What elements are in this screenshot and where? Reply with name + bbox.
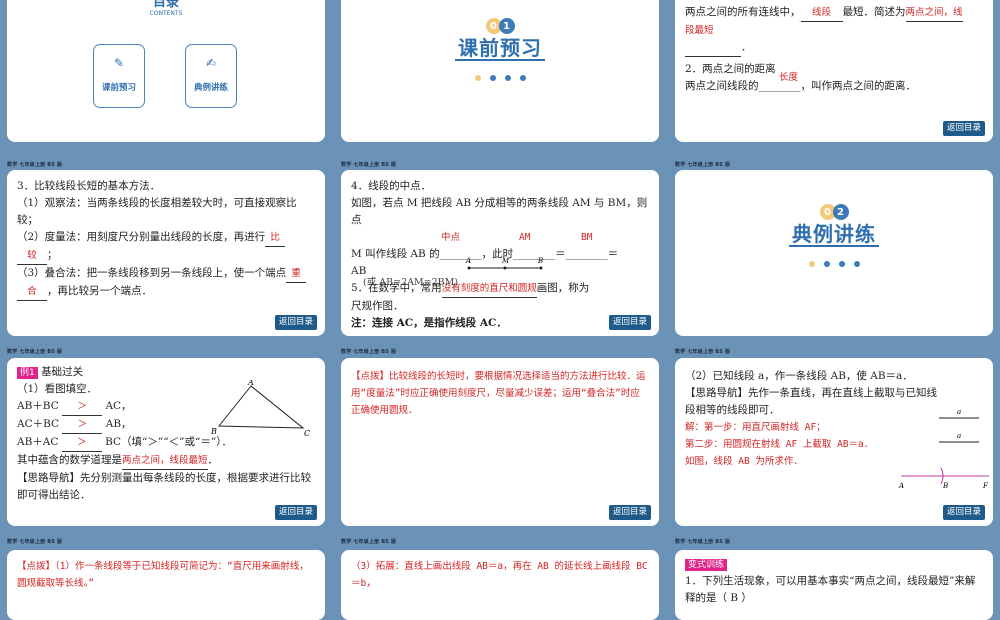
- text-line: 4．线段的中点．: [351, 180, 432, 192]
- back-to-toc-button[interactable]: 返回目录: [608, 505, 651, 520]
- text-line: 两点之间线段的________，叫作两点之间的距离．: [685, 80, 916, 92]
- section-digit-2: 1: [498, 18, 515, 34]
- text-line: 3．比较线段长短的基本方法．: [17, 180, 161, 192]
- tip-text: 【点拨】（1）作一条线段等于已知线段可简记为：“直尺用来画射线，圆规截取等长线。…: [17, 561, 309, 589]
- section-title: 典例讲练: [792, 222, 876, 246]
- answer-text: 比: [265, 229, 286, 247]
- answer-text: 两点之间，线: [905, 4, 963, 22]
- triangle-figure: A B C: [211, 380, 310, 438]
- slide-compare-methods: 3．比较线段长短的基本方法． （1）观察法：当两条线段的长度相差较大时，可直接观…: [7, 170, 325, 336]
- toc-title: 目录: [152, 0, 179, 10]
- vertex-label-b: B: [211, 427, 217, 436]
- text-line: 画图，称为: [536, 282, 590, 294]
- text-line: ，再比较另一个端点．: [47, 285, 152, 297]
- text-line: 2．两点之间的距离: [685, 63, 776, 75]
- back-to-toc-button[interactable]: 返回目录: [274, 315, 317, 330]
- slide-distance: 两点之间的所有连线中， 线段 最短．简述为两点之间，线 段最短 ． 2．两点之间的距…: [675, 0, 993, 142]
- construction-figure: a a A B F: [898, 408, 989, 490]
- vertex-label-c: C: [304, 429, 310, 438]
- answer-segment: 线段: [800, 4, 843, 22]
- point-label-b: B: [537, 257, 543, 265]
- text-line: 【思路导航】先分别测量出每条线段的长度，根据要求进行比较即可得出结论．: [17, 472, 311, 501]
- section-number: 0 2: [685, 204, 983, 220]
- text-line: 如图，若点 M 把线段 AB 分成相等的两条线段 AM 与 BM，则点: [351, 197, 648, 226]
- toc-slide: 目录 CONTENTS ✎ 课前预习 ✍ 典例讲练: [7, 0, 325, 142]
- toc-preview-label: 课前预习: [101, 83, 136, 93]
- slide-construction: （2）已知线段 a，作一条线段 AB，使 AB＝a． 【思路导航】先作一条直线，…: [675, 358, 993, 526]
- text-line: （1）观察法：当两条线段的长度相差较大时，可直接观察比较；: [17, 197, 297, 226]
- pencil-icon: ✎: [113, 56, 125, 70]
- section-number: 0 1: [351, 18, 649, 34]
- section-digit-2: 2: [832, 204, 849, 220]
- answer-symbol: ＞: [61, 434, 102, 452]
- answer-bm: BM: [581, 232, 593, 243]
- slide-example-1: 例1 基础过关 （1）看图填空． AB＋BC ＞ AC， AC＋BC ＞ AB，…: [7, 358, 325, 526]
- slide-tip-2: 【点拨】（1）作一条线段等于已知线段可简记为：“直尺用来画射线，圆规截取等长线。…: [7, 550, 325, 620]
- text-line: 尺规作图．: [351, 300, 404, 312]
- point-label-a: A: [465, 257, 471, 265]
- text-line: （2）度量法：用刻度尺分别量出线段的长度，再进行: [17, 231, 266, 243]
- answer-text: 两点之间，线段最短: [122, 452, 208, 470]
- expr: AC，: [105, 400, 132, 412]
- point-label-m: M: [501, 257, 510, 265]
- point-label-a: A: [898, 482, 904, 490]
- answer-length: 长度: [779, 72, 799, 83]
- text-line: （2）已知线段 a，作一条线段 AB，使 AB＝a．: [685, 370, 913, 382]
- text-line: （3）叠合法：把一条线段移到另一条线段上，使一个端点: [17, 267, 287, 279]
- segment-label-a: a: [957, 408, 961, 416]
- slide-tip: 【点拨】比较线段的长短时，要根据情况选择适当的方法进行比较．运用“度量法”时应正…: [341, 358, 659, 526]
- text-line: 两点之间的所有连线中，: [685, 6, 801, 18]
- answer-symbol: ＞: [62, 416, 103, 434]
- section-title: 课前预习: [458, 36, 542, 60]
- expr: AC＋BC: [17, 418, 60, 430]
- vertex-label-a: A: [247, 380, 254, 387]
- extension-text: （3）拓展：直线上画出线段 AB＝a，再在 AB 的延长线上画线段 BC＝b，: [351, 561, 648, 589]
- back-to-toc-button[interactable]: 返回目录: [942, 121, 985, 136]
- toc-examples-button[interactable]: ✍ 典例讲练: [185, 44, 237, 108]
- point-label-f: F: [982, 482, 989, 490]
- section-02-slide: 0 2 典例讲练: [675, 170, 993, 336]
- segment-figure: A M B: [465, 257, 543, 270]
- back-to-toc-button[interactable]: 返回目录: [942, 505, 985, 520]
- example-tag: 例1: [17, 367, 38, 379]
- expr: AB＋BC: [17, 400, 59, 412]
- back-to-toc-button[interactable]: 返回目录: [274, 505, 317, 520]
- slide-variant: 变式训练 1．下列生活现象，可以用基本事实“两点之间，线段最短”来解释的是（ B…: [675, 550, 993, 620]
- text-line: 其中蕴含的数学道理是: [17, 454, 122, 466]
- slide-midpoint: 4．线段的中点． 如图，若点 M 把线段 AB 分成相等的两条线段 AM 与 B…: [341, 170, 659, 336]
- answer-am: AM: [519, 232, 531, 243]
- answer-text: 较: [17, 247, 47, 265]
- pagination-dots: [685, 261, 983, 267]
- answer-text: 合: [17, 283, 47, 301]
- pagination-dots: [351, 75, 649, 81]
- answer-symbol: ＞: [62, 398, 103, 416]
- tip-text: 【点拨】比较线段的长短时，要根据情况选择适当的方法进行比较．运用“度量法”时应正…: [351, 371, 646, 416]
- back-to-toc-button[interactable]: 返回目录: [608, 315, 651, 330]
- answer-text: 重: [286, 265, 307, 283]
- text-line: 最短．简述为: [842, 6, 906, 18]
- point-label-b: B: [942, 482, 948, 490]
- answer-midpoint: 中点: [441, 232, 461, 243]
- edit-icon: ✍: [205, 56, 217, 70]
- section-label: 基础过关: [41, 366, 84, 378]
- expr: AB＋AC: [17, 436, 59, 448]
- text-line: 注：连接 AC，是指作线段 AC．: [351, 317, 507, 329]
- answer-text: 段最短: [685, 25, 714, 36]
- toc-examples-label: 典例讲练: [193, 83, 228, 93]
- variant-tag: 变式训练: [685, 559, 728, 571]
- section-01-slide: 0 1 课前预习: [341, 0, 659, 142]
- question-text: 1．下列生活现象，可以用基本事实“两点之间，线段最短”来解释的是（ B ）: [685, 575, 976, 604]
- overlap-text: (或 AB=2AM=2BM): [363, 277, 459, 288]
- toc-preview-button[interactable]: ✎ 课前预习: [93, 44, 145, 108]
- expr: AB，: [105, 418, 132, 430]
- slide-extension: （3）拓展：直线上画出线段 AB＝a，再在 AB 的延长线上画线段 BC＝b，: [341, 550, 659, 620]
- toc-subtitle: CONTENTS: [149, 10, 183, 17]
- segment-label-a: a: [957, 432, 961, 440]
